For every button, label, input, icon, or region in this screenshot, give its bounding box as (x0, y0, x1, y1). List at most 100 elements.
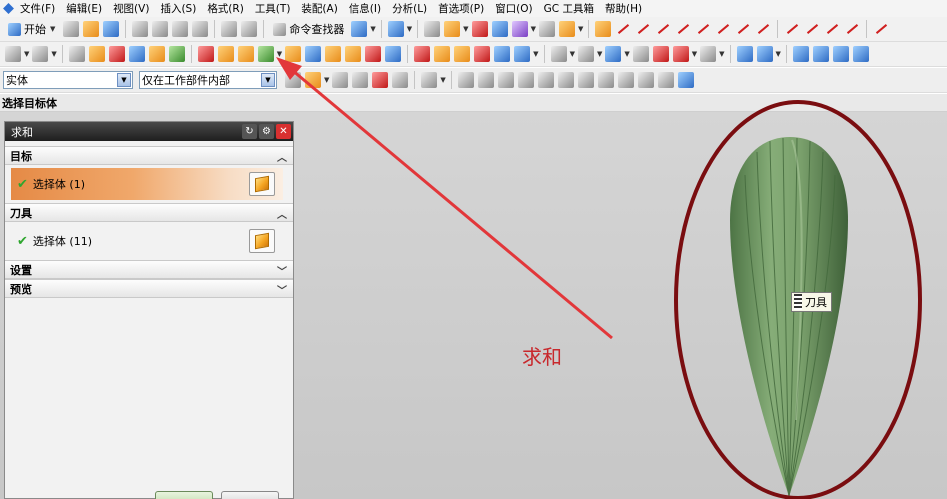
pattern-icon[interactable] (494, 46, 511, 62)
pocket-icon[interactable] (325, 46, 342, 62)
mirror-icon[interactable] (514, 46, 531, 62)
tool-select-body-row[interactable]: ✔ 选择体 (11) (11, 225, 283, 257)
chevron-down-icon[interactable]: ▼ (261, 73, 275, 87)
menu-file[interactable]: 文件(F) (20, 1, 55, 16)
section-view-icon[interactable] (632, 46, 649, 62)
undo-icon[interactable] (221, 21, 238, 37)
studio-icon[interactable] (672, 46, 689, 62)
shield-icon[interactable] (108, 46, 125, 62)
start-button[interactable]: 开始 ▼ (5, 21, 59, 37)
menu-assemblies[interactable]: 装配(A) (301, 1, 337, 16)
chevron-down-icon[interactable]: ▼ (570, 50, 575, 58)
save-icon[interactable] (103, 21, 120, 37)
snap-curve-icon[interactable] (497, 72, 514, 88)
shell-icon[interactable] (454, 46, 471, 62)
menu-analysis[interactable]: 分析(L) (392, 1, 427, 16)
spline-icon[interactable] (695, 21, 711, 37)
corner-icon[interactable] (755, 21, 771, 37)
extend-icon[interactable] (735, 21, 751, 37)
line-icon[interactable] (615, 21, 631, 37)
boss-icon[interactable] (305, 46, 322, 62)
sweep-icon[interactable] (237, 46, 254, 62)
paste-icon[interactable] (172, 21, 189, 37)
chevron-down-icon[interactable]: ▼ (324, 76, 329, 84)
assembly-navigator-icon[interactable] (68, 46, 85, 62)
expression-icon[interactable] (491, 21, 508, 37)
chevron-down-icon[interactable]: ▼ (407, 25, 412, 33)
revolve-icon[interactable] (217, 46, 234, 62)
blank-part-icon[interactable] (5, 46, 21, 62)
wcs-icon[interactable] (736, 46, 753, 62)
snap-on-face-icon[interactable] (657, 72, 674, 88)
help-cursor-icon[interactable] (351, 21, 368, 37)
quick-trim-icon[interactable] (715, 21, 731, 37)
open-folder-icon[interactable] (83, 21, 100, 37)
chevron-up-icon[interactable]: ︿ (277, 206, 287, 221)
dialog-title-bar[interactable]: 求和 ↻ ⚙ ✕ (5, 122, 293, 141)
snap-tangent-icon[interactable] (557, 72, 574, 88)
snap-existing-point-icon[interactable] (617, 72, 634, 88)
target-select-body-row[interactable]: ✔ 选择体 (1) (11, 168, 283, 200)
surface-icon[interactable] (792, 46, 809, 62)
snap-endpoint-icon[interactable] (457, 72, 474, 88)
book-icon[interactable] (88, 46, 105, 62)
bounded-plane-icon[interactable] (832, 46, 849, 62)
cancel-button[interactable] (221, 491, 279, 499)
new-file-icon[interactable] (63, 21, 80, 37)
settings-section-header[interactable]: 设置 ﹀ (5, 260, 293, 279)
layer-settings-icon[interactable] (538, 21, 555, 37)
chevron-down-icon[interactable]: ▼ (277, 50, 282, 58)
chevron-down-icon[interactable]: ﹀ (277, 263, 287, 278)
select-feature-icon[interactable] (332, 72, 349, 88)
delete-icon[interactable] (192, 21, 209, 37)
chevron-down-icon[interactable]: ▼ (463, 25, 468, 33)
unite-icon[interactable] (257, 46, 274, 62)
rectangle-icon[interactable] (824, 21, 840, 37)
sketch-icon[interactable] (444, 21, 461, 37)
zoom-icon[interactable] (577, 46, 594, 62)
snap-arc-icon[interactable] (537, 72, 554, 88)
motion-icon[interactable] (168, 46, 185, 62)
wave-link-icon[interactable] (471, 21, 488, 37)
reset-icon[interactable]: ↻ (242, 124, 257, 139)
snap-center-icon[interactable] (577, 72, 594, 88)
type-filter-dropdown[interactable]: 实体 ▼ (3, 71, 133, 89)
redo-icon[interactable] (241, 21, 258, 37)
chevron-down-icon[interactable]: ▼ (578, 25, 583, 33)
solid-body-icon[interactable] (128, 46, 145, 62)
chevron-down-icon[interactable]: ▼ (51, 50, 56, 58)
chamfer-feature-icon[interactable] (434, 46, 451, 62)
chevron-down-icon[interactable]: ▼ (24, 50, 29, 58)
chevron-up-icon[interactable]: ︿ (277, 149, 287, 164)
datum-plane-icon[interactable] (756, 46, 773, 62)
view-orient-icon[interactable] (550, 46, 567, 62)
chevron-down-icon[interactable]: ▼ (533, 50, 538, 58)
background-icon[interactable] (700, 46, 717, 62)
trim-curve-icon[interactable] (675, 21, 691, 37)
selection-scope-dropdown[interactable]: 仅在工作部件内部 ▼ (139, 71, 277, 89)
chevron-down-icon[interactable]: ▼ (440, 76, 445, 84)
chevron-down-icon[interactable]: ▼ (370, 25, 375, 33)
circle-icon[interactable] (873, 21, 889, 37)
filter-icon[interactable] (285, 72, 301, 88)
intent-icon[interactable] (372, 72, 389, 88)
sketch-mode-icon[interactable] (595, 21, 612, 37)
menu-help[interactable]: 帮助(H) (605, 1, 642, 16)
groove-icon[interactable] (385, 46, 402, 62)
cut-icon[interactable] (132, 21, 149, 37)
chevron-down-icon[interactable]: ▼ (597, 50, 602, 58)
chevron-down-icon[interactable]: ▼ (117, 73, 131, 87)
snap-quadrant-icon[interactable] (597, 72, 614, 88)
shaded-edges-icon[interactable] (652, 46, 669, 62)
chevron-down-icon[interactable]: ▼ (719, 50, 724, 58)
extrude-icon[interactable] (197, 46, 214, 62)
select-body-icon[interactable] (352, 72, 369, 88)
copy-icon[interactable] (152, 21, 169, 37)
spreadsheet-icon[interactable] (424, 21, 441, 37)
chamfer-icon[interactable] (804, 21, 820, 37)
sheet-body-icon[interactable] (148, 46, 165, 62)
transform-icon[interactable] (511, 21, 528, 37)
menu-gc-toolkit[interactable]: GC 工具箱 (544, 1, 594, 16)
trim-sheet-icon[interactable] (852, 46, 869, 62)
menu-view[interactable]: 视图(V) (113, 1, 149, 16)
